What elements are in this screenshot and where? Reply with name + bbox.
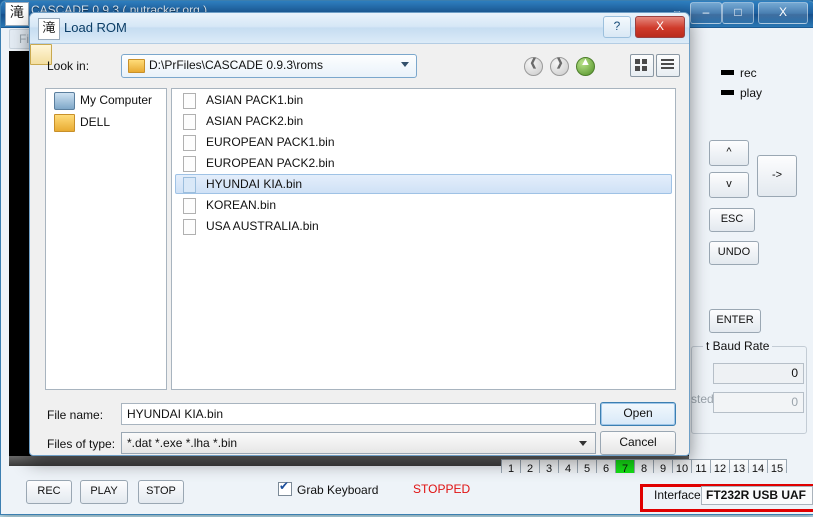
- checkbox-box[interactable]: [278, 479, 292, 496]
- app-icon: 滝: [5, 2, 29, 26]
- forward-button[interactable]: ❱: [550, 57, 572, 76]
- place-item[interactable]: DELL: [46, 111, 166, 133]
- play-indicator-bar: [721, 90, 734, 95]
- desktop-background: 滝 CASCADE 0.9.3 ( nutracker.org ) ⇔ – □ …: [0, 0, 813, 517]
- file-icon: [183, 93, 196, 109]
- file-icon: [183, 198, 196, 214]
- undo-button[interactable]: UNDO: [709, 241, 759, 265]
- file-name: USA AUSTRALIA.bin: [206, 219, 319, 233]
- file-name: HYUNDAI KIA.bin: [206, 177, 303, 191]
- minimize-button[interactable]: –: [690, 2, 722, 24]
- grab-keyboard-label: Grab Keyboard: [297, 483, 379, 497]
- my-computer-icon: [54, 92, 75, 110]
- baud-rate-secondary-field: 0: [713, 392, 804, 413]
- file-icon: [183, 156, 196, 172]
- user-folder-icon: [54, 114, 75, 132]
- back-button[interactable]: ❰: [524, 57, 546, 76]
- file-name-label: File name:: [47, 408, 104, 422]
- look-in-dropdown[interactable]: D:\PrFiles\CASCADE 0.9.3\roms: [121, 54, 417, 78]
- stop-button[interactable]: STOP: [138, 480, 184, 504]
- file-list-item[interactable]: KOREAN.bin: [175, 195, 672, 215]
- places-sidebar[interactable]: My Computer DELL: [45, 88, 167, 390]
- chevron-down-icon[interactable]: [579, 441, 587, 446]
- baud-rate-secondary-label: sted: [691, 392, 714, 406]
- close-button[interactable]: X: [758, 2, 808, 24]
- right-control-panel: rec play ^ v -> ESC UNDO ENTER t Baud Ra…: [691, 51, 807, 463]
- back-icon: ❰: [524, 57, 543, 76]
- interface-value: FT232R USB UAF: [701, 486, 813, 505]
- file-name: ASIAN PACK2.bin: [206, 114, 304, 128]
- file-list-item[interactable]: ASIAN PACK1.bin: [175, 90, 672, 110]
- nav-up-button[interactable]: ^: [709, 140, 749, 166]
- look-in-value: D:\PrFiles\CASCADE 0.9.3\roms: [149, 58, 324, 72]
- folder-icon: [128, 59, 145, 73]
- place-item-label: DELL: [80, 115, 111, 129]
- interface-label: Interface: [654, 488, 701, 502]
- up-arrow-icon: ▲: [576, 56, 595, 76]
- file-name-input[interactable]: HYUNDAI KIA.bin: [121, 403, 596, 425]
- dialog-title: Load ROM: [64, 20, 127, 35]
- file-list-item[interactable]: USA AUSTRALIA.bin: [175, 216, 672, 236]
- legend-rec: rec: [721, 66, 757, 80]
- dialog-icon: 滝: [38, 18, 60, 40]
- file-name: KOREAN.bin: [206, 198, 277, 212]
- enter-button[interactable]: ENTER: [709, 309, 761, 333]
- open-button[interactable]: Open: [600, 402, 676, 426]
- file-list-item[interactable]: HYUNDAI KIA.bin: [175, 174, 672, 194]
- nav-right-button[interactable]: ->: [757, 155, 797, 197]
- view-list-icon[interactable]: [656, 54, 680, 77]
- look-in-label: Look in:: [47, 59, 90, 73]
- nav-down-button[interactable]: v: [709, 172, 749, 198]
- file-icon: [183, 114, 196, 130]
- file-icon: [183, 219, 196, 235]
- file-list-item[interactable]: ASIAN PACK2.bin: [175, 111, 672, 131]
- file-name: EUROPEAN PACK1.bin: [206, 135, 335, 149]
- dialog-close-button[interactable]: X: [635, 16, 685, 38]
- file-list-item[interactable]: EUROPEAN PACK2.bin: [175, 153, 672, 173]
- play-button[interactable]: PLAY: [80, 480, 128, 504]
- view-grid-icon[interactable]: [630, 54, 654, 77]
- forward-icon: ❱: [550, 57, 569, 76]
- file-icon: [183, 135, 196, 151]
- esc-button[interactable]: ESC: [709, 208, 755, 232]
- chevron-down-icon[interactable]: [401, 62, 409, 67]
- file-list-item[interactable]: EUROPEAN PACK1.bin: [175, 132, 672, 152]
- help-button[interactable]: ?: [603, 16, 631, 38]
- files-of-type-label: Files of type:: [47, 437, 116, 451]
- legend-rec-label: rec: [740, 66, 757, 80]
- rec-button[interactable]: REC: [26, 480, 72, 504]
- file-name: ASIAN PACK1.bin: [206, 93, 304, 107]
- status-text: STOPPED: [413, 482, 471, 496]
- files-of-type-value: *.dat *.exe *.lha *.bin: [127, 436, 238, 450]
- files-of-type-select[interactable]: *.dat *.exe *.lha *.bin: [121, 432, 596, 454]
- place-item[interactable]: My Computer: [46, 89, 166, 111]
- baud-rate-group-label: t Baud Rate: [703, 339, 773, 353]
- dialog-title-bar[interactable]: 滝 Load ROM ? X: [30, 13, 689, 44]
- legend-play-label: play: [740, 86, 763, 100]
- baud-rate-value-field[interactable]: 0: [713, 363, 804, 384]
- baud-rate-group: [691, 346, 807, 434]
- file-name: EUROPEAN PACK2.bin: [206, 156, 335, 170]
- place-item-label: My Computer: [80, 93, 153, 107]
- load-rom-dialog: 滝 Load ROM ? X Look in: D:\PrFiles\CASCA…: [29, 12, 690, 456]
- cancel-button[interactable]: Cancel: [600, 431, 676, 455]
- file-list[interactable]: ASIAN PACK1.bin ASIAN PACK2.bin EUROPEAN P…: [171, 88, 676, 390]
- grab-keyboard-checkbox[interactable]: Grab Keyboard: [278, 479, 379, 497]
- legend-play: play: [721, 86, 762, 100]
- rec-indicator-bar: [721, 70, 734, 75]
- maximize-button[interactable]: □: [722, 2, 754, 24]
- file-icon: [183, 177, 196, 193]
- up-one-level-button[interactable]: ▲: [576, 56, 598, 76]
